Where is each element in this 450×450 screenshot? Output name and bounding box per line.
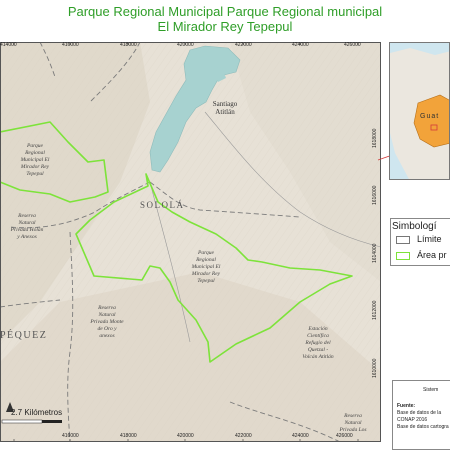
map-title-line1: Parque Regional Municipal Parque Regiona…	[67, 4, 383, 19]
town-label-santiago-atitlan: Santiago Atitlán	[212, 100, 238, 116]
scale-bar-label: 2.7 Kilómetros	[11, 408, 63, 417]
x-tick-label-bottom: 418000	[120, 433, 137, 439]
x-tick-label: 420000	[177, 42, 194, 48]
park-south-label: Parque Regional Municipal El Mirador Rey…	[191, 250, 221, 284]
scale-bar-black	[42, 420, 62, 423]
legend-label-boundary: Límite	[417, 234, 442, 244]
info-box: Sistem Fuente: Base de datos de la CONAP…	[392, 380, 450, 450]
department-label-solola: SOLOLÁ	[140, 200, 185, 210]
y-tick-label: 1612000	[372, 300, 378, 320]
scale-bar	[1, 419, 62, 424]
inset-map-svg	[390, 43, 449, 179]
x-tick-label-bottom: 422000	[235, 433, 252, 439]
x-tick-label: 426000	[344, 42, 361, 48]
reserve-label-2: Reserva Natural Privada Monte de Oro y a…	[90, 305, 124, 339]
x-tick-label: 424000	[292, 42, 309, 48]
x-tick-label-bottom: 416000	[62, 433, 79, 439]
legend-swatch-boundary	[396, 236, 410, 244]
info-heading: Sistem	[423, 387, 439, 393]
info-source-line3: Base de datos cartogra	[397, 424, 449, 430]
info-source-line1: Base de datos de la	[397, 410, 442, 416]
reserve-label-bottom: Reserva Natural Privada Los	[339, 413, 367, 433]
legend-swatch-protected-area	[396, 252, 410, 260]
x-tick-label-bottom: 420000	[177, 433, 194, 439]
legend-title: Simbologí	[392, 221, 437, 232]
legend-label-protected-area: Área pr	[417, 250, 447, 260]
x-tick-label: 422000	[235, 42, 252, 48]
map-title-line2: El Mirador Rey Tepepul	[157, 19, 293, 34]
x-tick-label: 416000	[62, 42, 79, 48]
reserve-label-1: Reserva Natural Privada Holán y Anexos	[10, 213, 44, 240]
main-map[interactable]	[0, 42, 381, 442]
inset-map[interactable]: Guat	[389, 42, 450, 180]
scale-bar-white	[1, 419, 43, 424]
x-tick-label: 414000	[0, 42, 17, 48]
x-tick-label: 418000	[120, 42, 137, 48]
park-north-label: Parque Regional Municipal El Mirador Rey…	[20, 143, 50, 177]
department-label-partial: PÉQUEZ	[0, 330, 48, 341]
info-source-line2: CONAP 2016	[397, 417, 428, 423]
info-source-label: Fuente:	[397, 403, 416, 409]
y-tick-label: 1610000	[372, 358, 378, 378]
y-tick-label: 1614000	[372, 243, 378, 263]
x-tick-label-bottom: 424000	[292, 433, 309, 439]
station-label: Estación Científica Refugio del Quetzal …	[302, 326, 334, 360]
map-title: Parque Regional Municipal Parque Regiona…	[0, 4, 450, 34]
inset-country-label: Guat	[420, 113, 440, 120]
y-tick-label: 1616000	[372, 185, 378, 205]
